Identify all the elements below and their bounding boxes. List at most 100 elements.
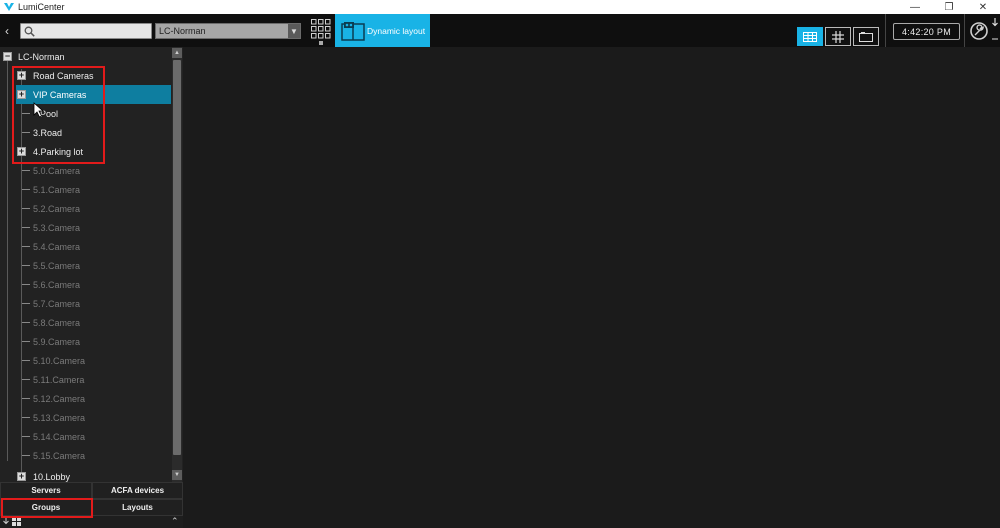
tree-node-label: Road Cameras — [33, 70, 94, 81]
scroll-down-icon[interactable]: ▼ — [172, 470, 182, 480]
window-title: LumiCenter — [18, 2, 65, 12]
wrench-gear-icon — [970, 22, 988, 40]
window-titlebar: LumiCenter — ❐ ✕ — [0, 0, 1000, 14]
view-table-button[interactable] — [797, 27, 823, 46]
camera-label: 5.8.Camera — [33, 317, 81, 328]
tree-connector — [22, 113, 30, 114]
camera-label: 5.7.Camera — [33, 298, 81, 309]
camera-label: 5.9.Camera — [33, 336, 81, 347]
search-input[interactable] — [39, 24, 149, 38]
search-box[interactable] — [20, 23, 152, 39]
camera-label: 5.3.Camera — [33, 222, 81, 233]
camera-item[interactable]: 5.11.Camera — [0, 370, 172, 389]
camera-item[interactable]: 5.8.Camera — [0, 313, 172, 332]
tree-node-label: LC-Norman — [18, 51, 65, 62]
tab-groups[interactable]: Groups — [0, 499, 92, 516]
tree-connector — [22, 303, 30, 304]
video-view-area[interactable] — [183, 47, 1000, 528]
single-frame-icon — [859, 31, 873, 42]
dynamic-layout-button[interactable]: Dynamic layout — [335, 14, 430, 47]
settings-button[interactable] — [969, 21, 989, 41]
tree-connector — [22, 189, 30, 190]
chevron-down-icon[interactable]: ▼ — [288, 24, 300, 38]
server-select[interactable]: LC-Norman ▼ — [155, 23, 301, 39]
chevron-up-icon[interactable]: ⌃ — [171, 516, 179, 527]
camera-item[interactable]: 5.10.Camera — [0, 351, 172, 370]
server-select-value: LC-Norman — [159, 26, 206, 36]
scroll-up-icon[interactable]: ▲ — [172, 48, 182, 58]
tab-servers[interactable]: Servers — [0, 482, 92, 499]
camera-layout-icon — [339, 14, 367, 47]
camera-label: 5.14.Camera — [33, 431, 86, 442]
pin-icon[interactable] — [991, 17, 999, 43]
groups-tree: − LC-Norman + Road Cameras + VIP Cameras… — [0, 47, 172, 484]
mouse-cursor-icon — [33, 102, 45, 118]
expand-icon[interactable]: + — [17, 71, 26, 80]
camera-label: 5.11.Camera — [33, 374, 85, 385]
tab-layouts[interactable]: Layouts — [92, 499, 183, 516]
view-single-button[interactable] — [853, 27, 879, 46]
camera-item[interactable]: 5.12.Camera — [0, 389, 172, 408]
toolbar-divider — [885, 14, 886, 47]
camera-label: 5.6.Camera — [33, 279, 81, 290]
tiles-icon[interactable] — [12, 517, 22, 527]
camera-item[interactable]: 5.9.Camera — [0, 332, 172, 351]
toolbar-divider — [964, 14, 965, 47]
camera-item[interactable]: 5.7.Camera — [0, 294, 172, 313]
scrollbar-thumb[interactable] — [173, 60, 181, 455]
camera-label: 5.10.Camera — [33, 355, 86, 366]
minimize-button[interactable]: — — [898, 0, 932, 14]
camera-item[interactable]: 5.2.Camera — [0, 199, 172, 218]
camera-item[interactable]: 5.5.Camera — [0, 256, 172, 275]
restore-button[interactable]: ❐ — [932, 0, 966, 14]
camera-label: 5.13.Camera — [33, 412, 86, 423]
collapse-panel-button[interactable]: ‹ — [2, 23, 12, 39]
camera-item[interactable]: 5.14.Camera — [0, 427, 172, 446]
tab-acfa-devices[interactable]: ACFA devices — [92, 482, 183, 499]
tree-connector — [22, 360, 30, 361]
pin-small-icon[interactable] — [3, 517, 9, 526]
expand-icon[interactable]: + — [17, 472, 26, 481]
hash-icon — [832, 30, 844, 43]
tree-connector — [22, 341, 30, 342]
expand-icon[interactable]: + — [17, 147, 26, 156]
tree-node-label: 4.Parking lot — [33, 146, 84, 157]
close-button[interactable]: ✕ — [966, 0, 1000, 14]
tree-group-road-cameras[interactable]: + Road Cameras — [0, 66, 172, 85]
camera-item[interactable]: 5.3.Camera — [0, 218, 172, 237]
collapse-icon[interactable]: − — [3, 52, 12, 61]
view-grid-button[interactable] — [825, 27, 851, 46]
tree-connector — [22, 132, 30, 133]
camera-label: 5.1.Camera — [33, 184, 81, 195]
camera-item[interactable]: 5.0.Camera — [0, 161, 172, 180]
layout-caret-icon — [319, 41, 323, 45]
tree-item-pool[interactable]: Pool — [0, 104, 172, 123]
camera-label: 5.12.Camera — [33, 393, 86, 404]
tree-connector — [22, 284, 30, 285]
camera-item[interactable]: 5.4.Camera — [0, 237, 172, 256]
tree-connector — [22, 265, 30, 266]
sidebar-footer: ⌃ — [0, 516, 183, 528]
expand-icon[interactable]: + — [17, 90, 26, 99]
tree-node-label: VIP Cameras — [33, 89, 87, 100]
tree-node-label: 10.Lobby — [33, 471, 71, 482]
tree-root-server[interactable]: − LC-Norman — [0, 47, 172, 66]
main-toolbar: ‹ LC-Norman ▼ Dynamic layout 4:42:20 PM — [0, 14, 1000, 47]
sidebar-panel: − LC-Norman + Road Cameras + VIP Cameras… — [0, 47, 183, 528]
camera-item[interactable]: 5.6.Camera — [0, 275, 172, 294]
camera-item[interactable]: 5.1.Camera — [0, 180, 172, 199]
grid-icon — [311, 19, 331, 39]
camera-item[interactable]: 5.13.Camera — [0, 408, 172, 427]
camera-item[interactable]: 5.15.Camera — [0, 446, 172, 465]
tree-connector — [22, 170, 30, 171]
tree-connector — [22, 379, 30, 380]
layout-grid-button[interactable] — [310, 18, 332, 40]
tree-scrollbar[interactable]: ▲ ▼ — [172, 47, 182, 484]
tree-item-road[interactable]: 3.Road — [0, 123, 172, 142]
tree-node-label: 3.Road — [33, 127, 63, 138]
tree-connector — [22, 208, 30, 209]
camera-label: 5.5.Camera — [33, 260, 81, 271]
tree-connector — [22, 455, 30, 456]
camera-label: 5.0.Camera — [33, 165, 81, 176]
tree-group-parking-lot[interactable]: + 4.Parking lot — [0, 142, 172, 161]
